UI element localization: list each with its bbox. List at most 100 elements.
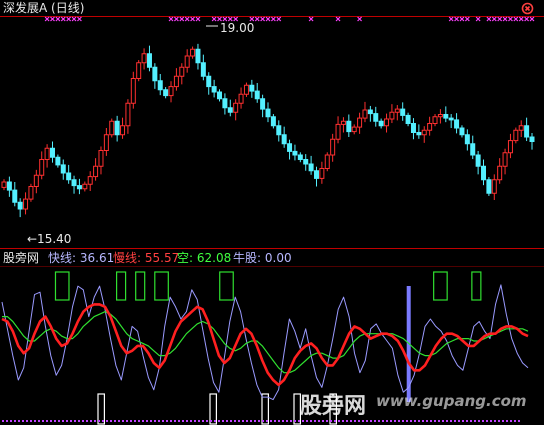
candle-body [335, 123, 341, 140]
candle-body [60, 164, 66, 174]
baseline-dot [26, 420, 28, 422]
baseline-dot [458, 420, 460, 422]
baseline-dot [102, 420, 104, 422]
candle-body [190, 48, 196, 57]
candle-body [1, 181, 7, 188]
candle-body [416, 132, 422, 136]
candle-body [319, 168, 325, 179]
signal-marker [448, 16, 454, 22]
baseline-dot [406, 420, 408, 422]
candle-body [168, 86, 174, 97]
white-signal-box [209, 393, 218, 425]
baseline-dot [46, 420, 48, 422]
candle-body [276, 125, 282, 136]
candle-body [243, 84, 249, 95]
signal-marker [513, 16, 519, 22]
signal-marker [454, 16, 459, 22]
candle-body [518, 125, 524, 131]
baseline-dot [166, 420, 168, 422]
baseline-dot [18, 420, 20, 422]
baseline-dot [446, 420, 448, 422]
baseline-dot [338, 420, 340, 422]
candle-body [152, 66, 158, 82]
signal-marker [66, 16, 72, 22]
baseline-dot [382, 420, 384, 422]
candle-body [340, 120, 346, 125]
baseline-dot [282, 420, 284, 422]
candle-body [454, 119, 460, 129]
signal-marker [335, 16, 341, 22]
candle-body [76, 185, 82, 190]
candle-body [71, 179, 77, 187]
candle-body [184, 55, 190, 68]
baseline-dot [410, 420, 412, 422]
candle-body [254, 90, 260, 100]
candle-body [362, 109, 368, 119]
green-signal-box [219, 271, 234, 301]
signal-marker [44, 16, 50, 22]
signal-marker [55, 16, 61, 22]
legend-kong-value: 62.08 [196, 251, 232, 265]
candle-body [249, 84, 255, 92]
baseline-dot [358, 420, 360, 422]
candle-body [33, 174, 39, 187]
baseline-dot [334, 420, 336, 422]
baseline-dot [194, 420, 196, 422]
baseline-dot [314, 420, 316, 422]
baseline-dot [82, 420, 84, 422]
candle-body [211, 86, 217, 93]
baseline-dot [14, 420, 16, 422]
signal-marker [184, 16, 190, 22]
signal-marker [518, 16, 524, 22]
candle-body [157, 80, 163, 91]
candle-body [163, 89, 169, 97]
baseline-dot [110, 420, 112, 422]
high-label: 19.00 [220, 21, 255, 35]
baseline-dot [402, 420, 404, 422]
baseline-dot [178, 420, 180, 422]
baseline-dot [438, 420, 440, 422]
candle-body [351, 126, 357, 133]
baseline-dot [114, 420, 116, 422]
baseline-dot [2, 420, 4, 422]
baseline-dot [74, 420, 76, 422]
candle-body [206, 75, 212, 88]
baseline-dot [478, 420, 480, 422]
green-signal-box [54, 271, 70, 301]
baseline-dot [154, 420, 156, 422]
green-signal-box [115, 271, 127, 301]
baseline-dot [230, 420, 232, 422]
candle-body [238, 93, 244, 104]
baseline-dot [434, 420, 436, 422]
baseline-dot [518, 420, 520, 422]
signal-marker [497, 16, 503, 22]
signal-marker [475, 16, 481, 22]
signal-marker [265, 16, 271, 22]
watermark-url: www.gupang.com [376, 392, 527, 410]
signal-marker [270, 16, 276, 22]
candle-body [497, 165, 503, 181]
baseline-dot [310, 420, 312, 422]
low-label: ←15.40 [27, 232, 72, 246]
candle-body [292, 150, 298, 156]
candle-body [405, 114, 411, 125]
signal-marker [195, 16, 201, 22]
legend-fast-value: 36.61 [79, 251, 115, 265]
candle-body [222, 98, 228, 109]
baseline-dot [86, 420, 88, 422]
baseline-dot [186, 420, 188, 422]
baseline-dot [174, 420, 176, 422]
baseline-dot [238, 420, 240, 422]
baseline-dot [370, 420, 372, 422]
baseline-dot [278, 420, 280, 422]
candle-body [260, 98, 266, 110]
baseline-dot [266, 420, 268, 422]
candle-body [357, 117, 363, 128]
baseline-dot [274, 420, 276, 422]
baseline-dot [54, 420, 56, 422]
baseline-dot [374, 420, 376, 422]
candle-body [394, 108, 400, 113]
baseline-dot [250, 420, 252, 422]
baseline-dot [42, 420, 44, 422]
baseline-dot [346, 420, 348, 422]
